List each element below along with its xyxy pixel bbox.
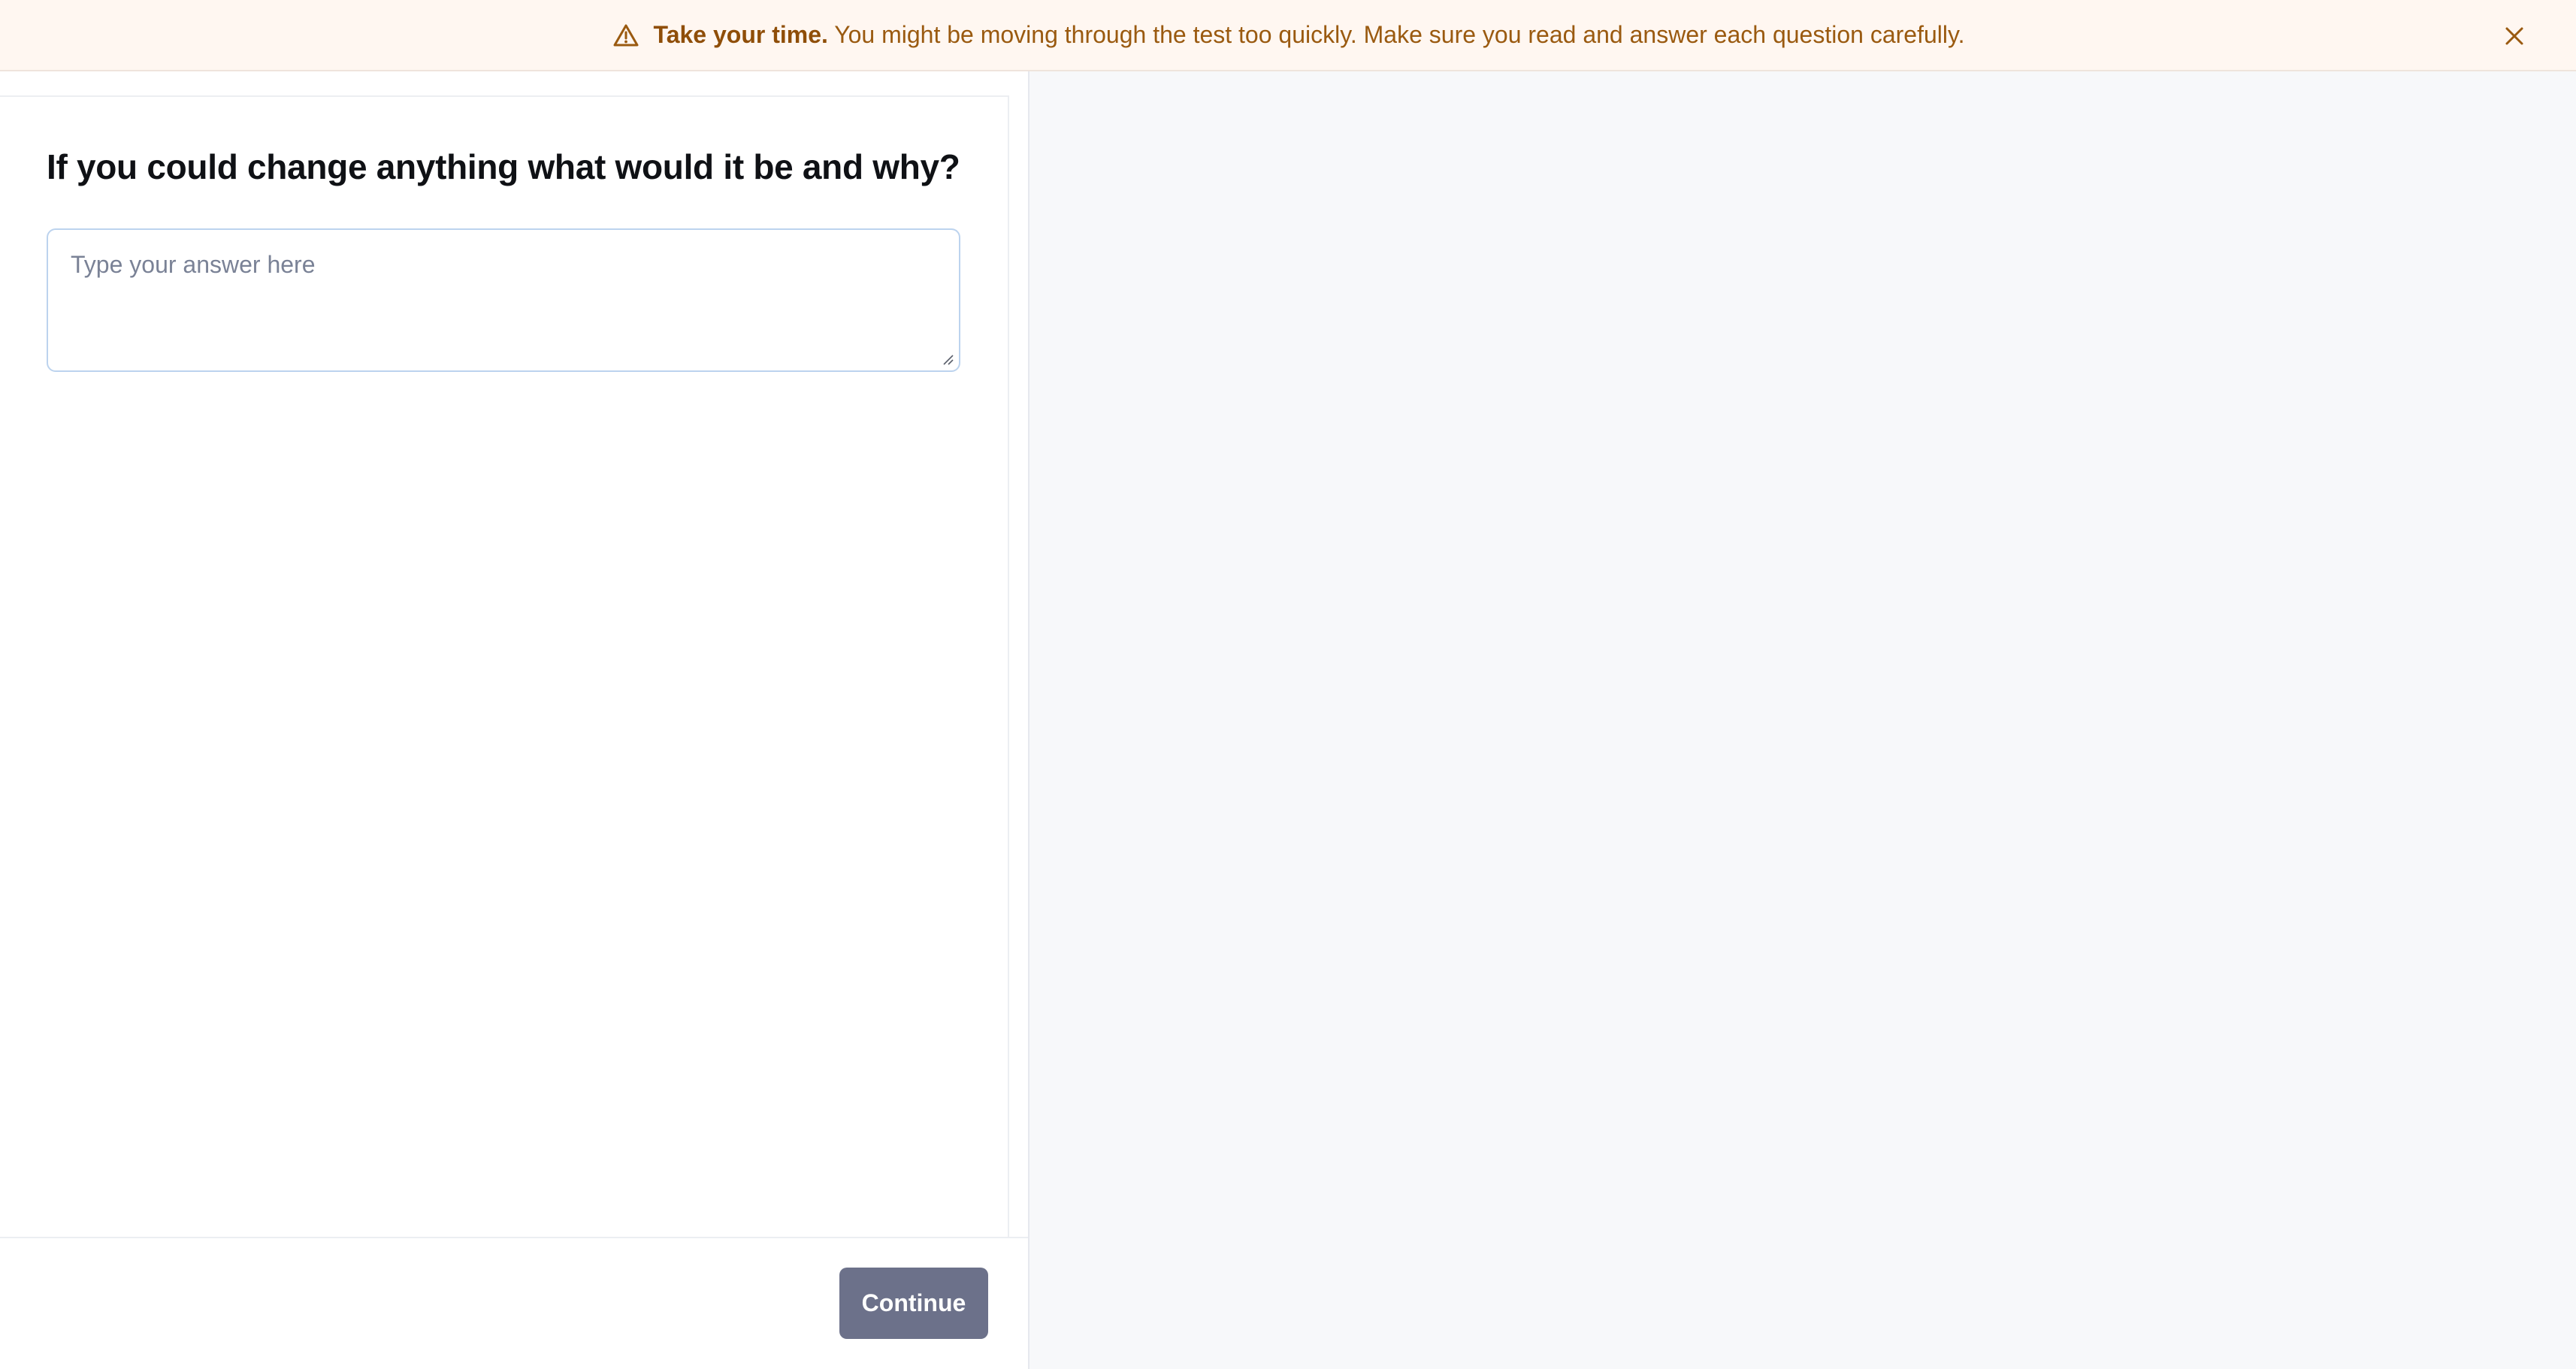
answer-textarea[interactable] — [47, 228, 960, 372]
banner-text: Take your time. You might be moving thro… — [654, 21, 1965, 49]
warning-banner: Take your time. You might be moving thro… — [0, 0, 2576, 71]
question-title: If you could change anything what would … — [47, 147, 960, 186]
warning-icon — [612, 21, 640, 50]
preview-area — [1029, 71, 2576, 1369]
banner-content: Take your time. You might be moving thro… — [612, 21, 1965, 50]
close-icon — [2505, 27, 2523, 45]
vertical-divider — [1008, 95, 1009, 1238]
footer-divider — [0, 1237, 1028, 1238]
question-panel: If you could change anything what would … — [0, 71, 1029, 1369]
banner-strong-text: Take your time. — [653, 21, 828, 48]
resize-handle-icon[interactable] — [941, 352, 954, 366]
top-divider — [0, 95, 1009, 97]
banner-message: You might be moving through the test too… — [834, 21, 1965, 48]
close-banner-button[interactable] — [2499, 21, 2529, 51]
continue-button[interactable]: Continue — [839, 1268, 988, 1339]
